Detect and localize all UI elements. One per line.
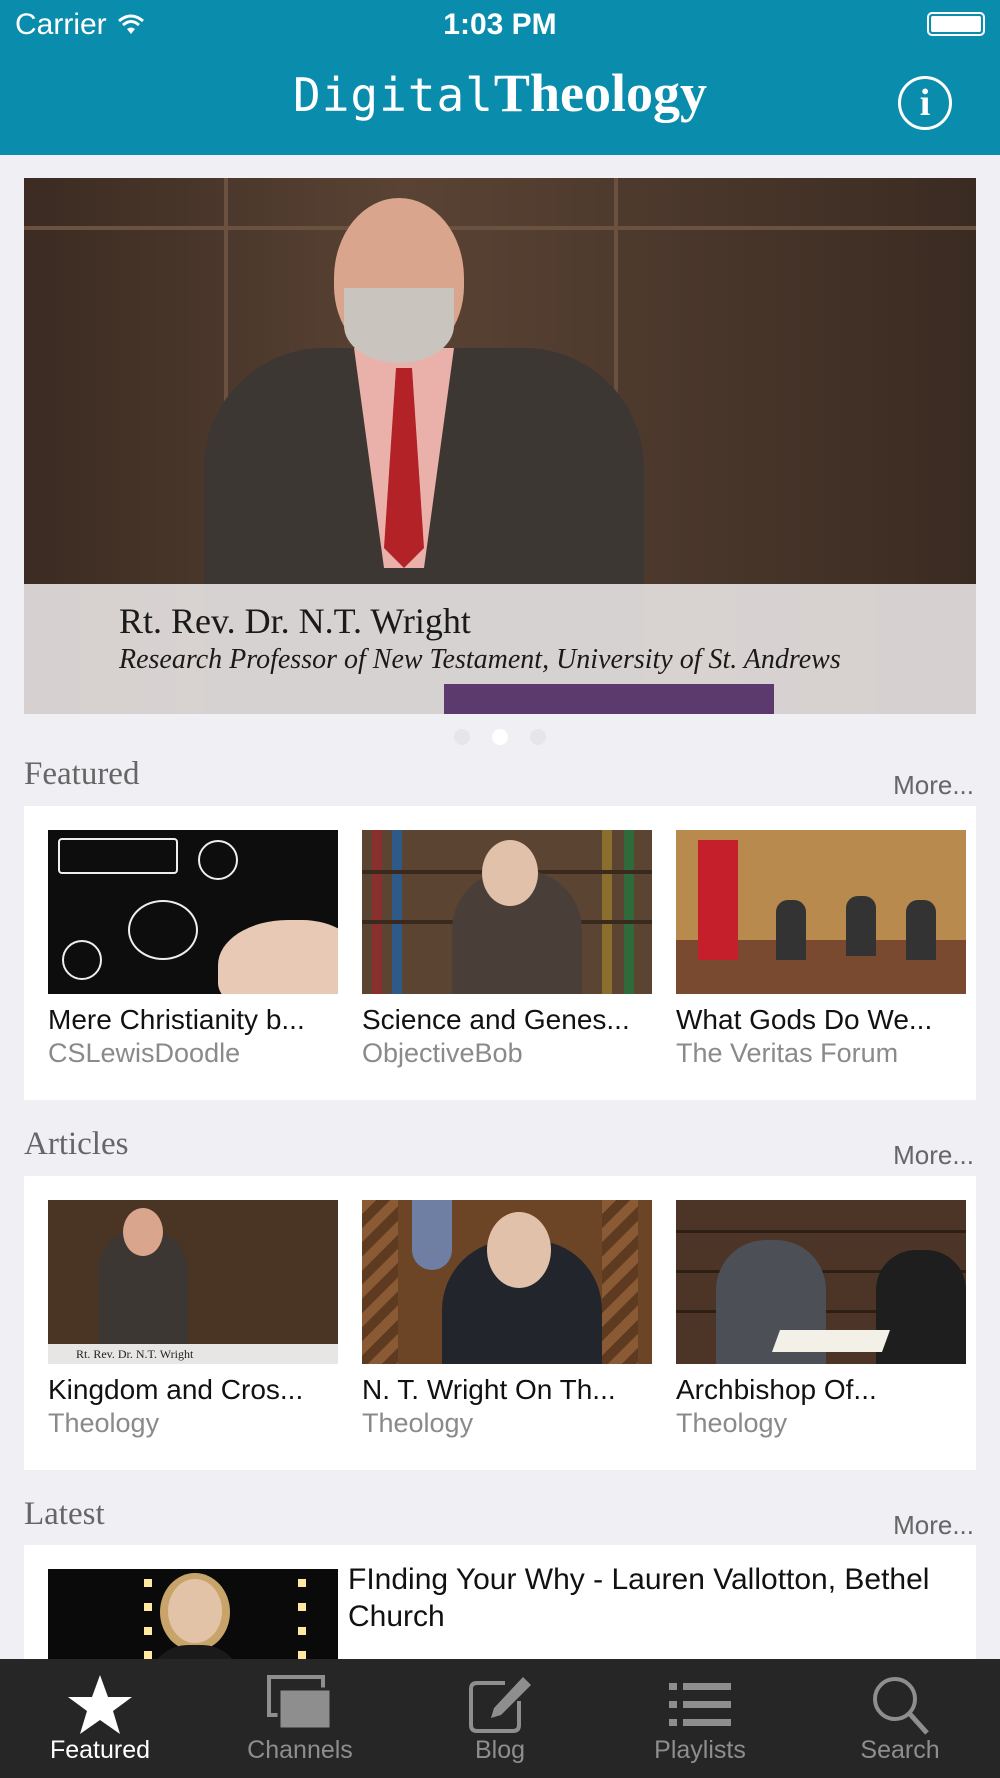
- channels-icon: [267, 1675, 333, 1731]
- app-title: DigitalTheology: [0, 62, 1000, 124]
- status-bar: Carrier 1:03 PM: [0, 0, 1000, 50]
- card-channel: CSLewisDoodle: [48, 1038, 241, 1068]
- article-thumbnail: Rt. Rev. Dr. N.T. Wright: [48, 1200, 338, 1364]
- video-thumbnail: [48, 830, 338, 994]
- tab-label: Search: [860, 1736, 940, 1764]
- section-title-featured: Featured: [24, 756, 140, 792]
- status-time: 1:03 PM: [443, 8, 557, 41]
- card-category: Theology: [362, 1408, 474, 1438]
- tab-label: Channels: [247, 1736, 353, 1764]
- featured-more-link[interactable]: More...: [893, 770, 974, 801]
- hero-caption: Rt. Rev. Dr. N.T. Wright Research Profes…: [24, 584, 976, 714]
- tab-bar: Featured Channels Blog Playlists Search: [0, 1659, 1000, 1778]
- app-title-theology: Theology: [493, 63, 707, 123]
- card-channel: ObjectiveBob: [362, 1038, 523, 1068]
- carousel-page-indicator[interactable]: [0, 729, 1000, 745]
- article-thumbnail: [676, 1200, 966, 1364]
- tab-channels[interactable]: Channels: [200, 1659, 400, 1778]
- tab-label: Playlists: [654, 1736, 746, 1764]
- compose-icon: [469, 1677, 531, 1733]
- latest-more-link[interactable]: More...: [893, 1510, 974, 1541]
- card-title: Science and Genes...: [362, 1004, 630, 1035]
- page-dot[interactable]: [454, 729, 470, 745]
- app-header: Carrier 1:03 PM DigitalTheology i: [0, 0, 1000, 155]
- card-title: Archbishop Of...: [676, 1374, 877, 1405]
- article-card[interactable]: N. T. Wright On Th... Theology: [362, 1200, 652, 1439]
- articles-more-link[interactable]: More...: [893, 1140, 974, 1171]
- articles-row: Rt. Rev. Dr. N.T. Wright Kingdom and Cro…: [24, 1176, 976, 1470]
- featured-row: Mere Christianity b... CSLewisDoodle Sci…: [24, 806, 976, 1100]
- list-icon: [669, 1683, 731, 1726]
- featured-card[interactable]: Mere Christianity b... CSLewisDoodle: [48, 830, 338, 1069]
- video-thumbnail: [676, 830, 966, 994]
- tab-playlists[interactable]: Playlists: [600, 1659, 800, 1778]
- page-dot[interactable]: [530, 729, 546, 745]
- featured-card[interactable]: What Gods Do We... The Veritas Forum: [676, 830, 966, 1069]
- article-card[interactable]: Rt. Rev. Dr. N.T. Wright Kingdom and Cro…: [48, 1200, 338, 1439]
- tab-blog[interactable]: Blog: [400, 1659, 600, 1778]
- article-thumbnail: [362, 1200, 652, 1364]
- hero-carousel[interactable]: Rt. Rev. Dr. N.T. Wright Research Profes…: [24, 178, 976, 714]
- tab-search[interactable]: Search: [800, 1659, 1000, 1778]
- card-category: Theology: [48, 1408, 160, 1438]
- latest-item-title: FInding Your Why - Lauren Vallotton, Bet…: [348, 1563, 930, 1633]
- latest-list-item[interactable]: FInding Your Why - Lauren Vallotton, Bet…: [24, 1545, 976, 1665]
- card-title: Kingdom and Cros...: [48, 1374, 304, 1405]
- tab-label: Featured: [49, 1736, 151, 1764]
- hero-speaker-name: Rt. Rev. Dr. N.T. Wright: [119, 601, 471, 641]
- section-title-latest: Latest: [24, 1496, 105, 1532]
- featured-card[interactable]: Science and Genes... ObjectiveBob: [362, 830, 652, 1069]
- card-channel: The Veritas Forum: [676, 1038, 899, 1068]
- tab-label: Blog: [474, 1736, 526, 1764]
- card-title: Mere Christianity b...: [48, 1004, 305, 1035]
- search-icon: [873, 1677, 929, 1735]
- info-button[interactable]: i: [898, 76, 952, 130]
- card-category: Theology: [676, 1408, 788, 1438]
- video-thumbnail: [48, 1569, 338, 1665]
- article-card[interactable]: Archbishop Of... Theology: [676, 1200, 966, 1439]
- star-icon: [68, 1675, 132, 1734]
- page-dot-active[interactable]: [492, 729, 508, 745]
- section-title-articles: Articles: [24, 1126, 129, 1162]
- battery-icon: [927, 12, 985, 36]
- card-title: What Gods Do We...: [676, 1004, 933, 1035]
- tab-featured[interactable]: Featured: [0, 1659, 200, 1778]
- video-thumbnail: [362, 830, 652, 994]
- hero-speaker-role: Research Professor of New Testament, Uni…: [119, 644, 841, 675]
- thumbnail-caption: Rt. Rev. Dr. N.T. Wright: [48, 1344, 338, 1364]
- app-title-digital: Digital: [293, 68, 494, 122]
- card-title: N. T. Wright On Th...: [362, 1374, 616, 1405]
